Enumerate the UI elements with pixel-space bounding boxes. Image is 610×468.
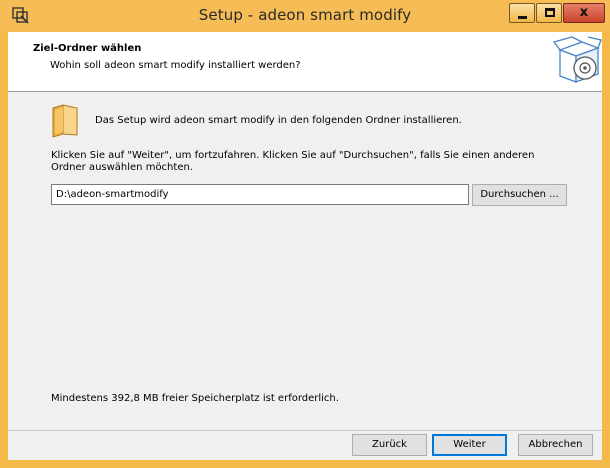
minimize-icon — [518, 16, 527, 19]
wizard-header: Ziel-Ordner wählen Wohin soll adeon smar… — [8, 32, 602, 92]
browse-button[interactable]: Durchsuchen ... — [472, 184, 567, 206]
next-button[interactable]: Weiter — [432, 434, 507, 456]
wizard-content: Das Setup wird adeon smart modify in den… — [8, 93, 602, 429]
wizard-footer: Zurück Weiter Abbrechen — [8, 430, 602, 460]
minimize-button[interactable] — [509, 3, 535, 23]
setup-window: Setup - adeon smart modify x Ziel-Ordner… — [0, 0, 610, 468]
maximize-button[interactable] — [536, 3, 562, 23]
close-button[interactable]: x — [563, 3, 605, 23]
destination-description: Das Setup wird adeon smart modify in den… — [95, 115, 462, 126]
installer-box-icon — [552, 36, 602, 88]
maximize-icon — [545, 8, 555, 17]
wizard-client-area: Ziel-Ordner wählen Wohin soll adeon smar… — [8, 32, 602, 460]
disk-space-requirement: Mindestens 392,8 MB freier Speicherplatz… — [51, 393, 339, 404]
destination-path-input[interactable] — [51, 184, 469, 205]
folder-icon — [51, 104, 79, 138]
close-icon: x — [579, 5, 589, 20]
back-button[interactable]: Zurück — [352, 434, 427, 456]
cancel-button[interactable]: Abbrechen — [518, 434, 593, 456]
browse-hint: Klicken Sie auf "Weiter", um fortzufahre… — [51, 150, 535, 173]
page-title: Ziel-Ordner wählen — [33, 43, 142, 54]
page-subtitle: Wohin soll adeon smart modify installier… — [50, 60, 301, 71]
title-bar[interactable]: Setup - adeon smart modify x — [0, 0, 610, 32]
